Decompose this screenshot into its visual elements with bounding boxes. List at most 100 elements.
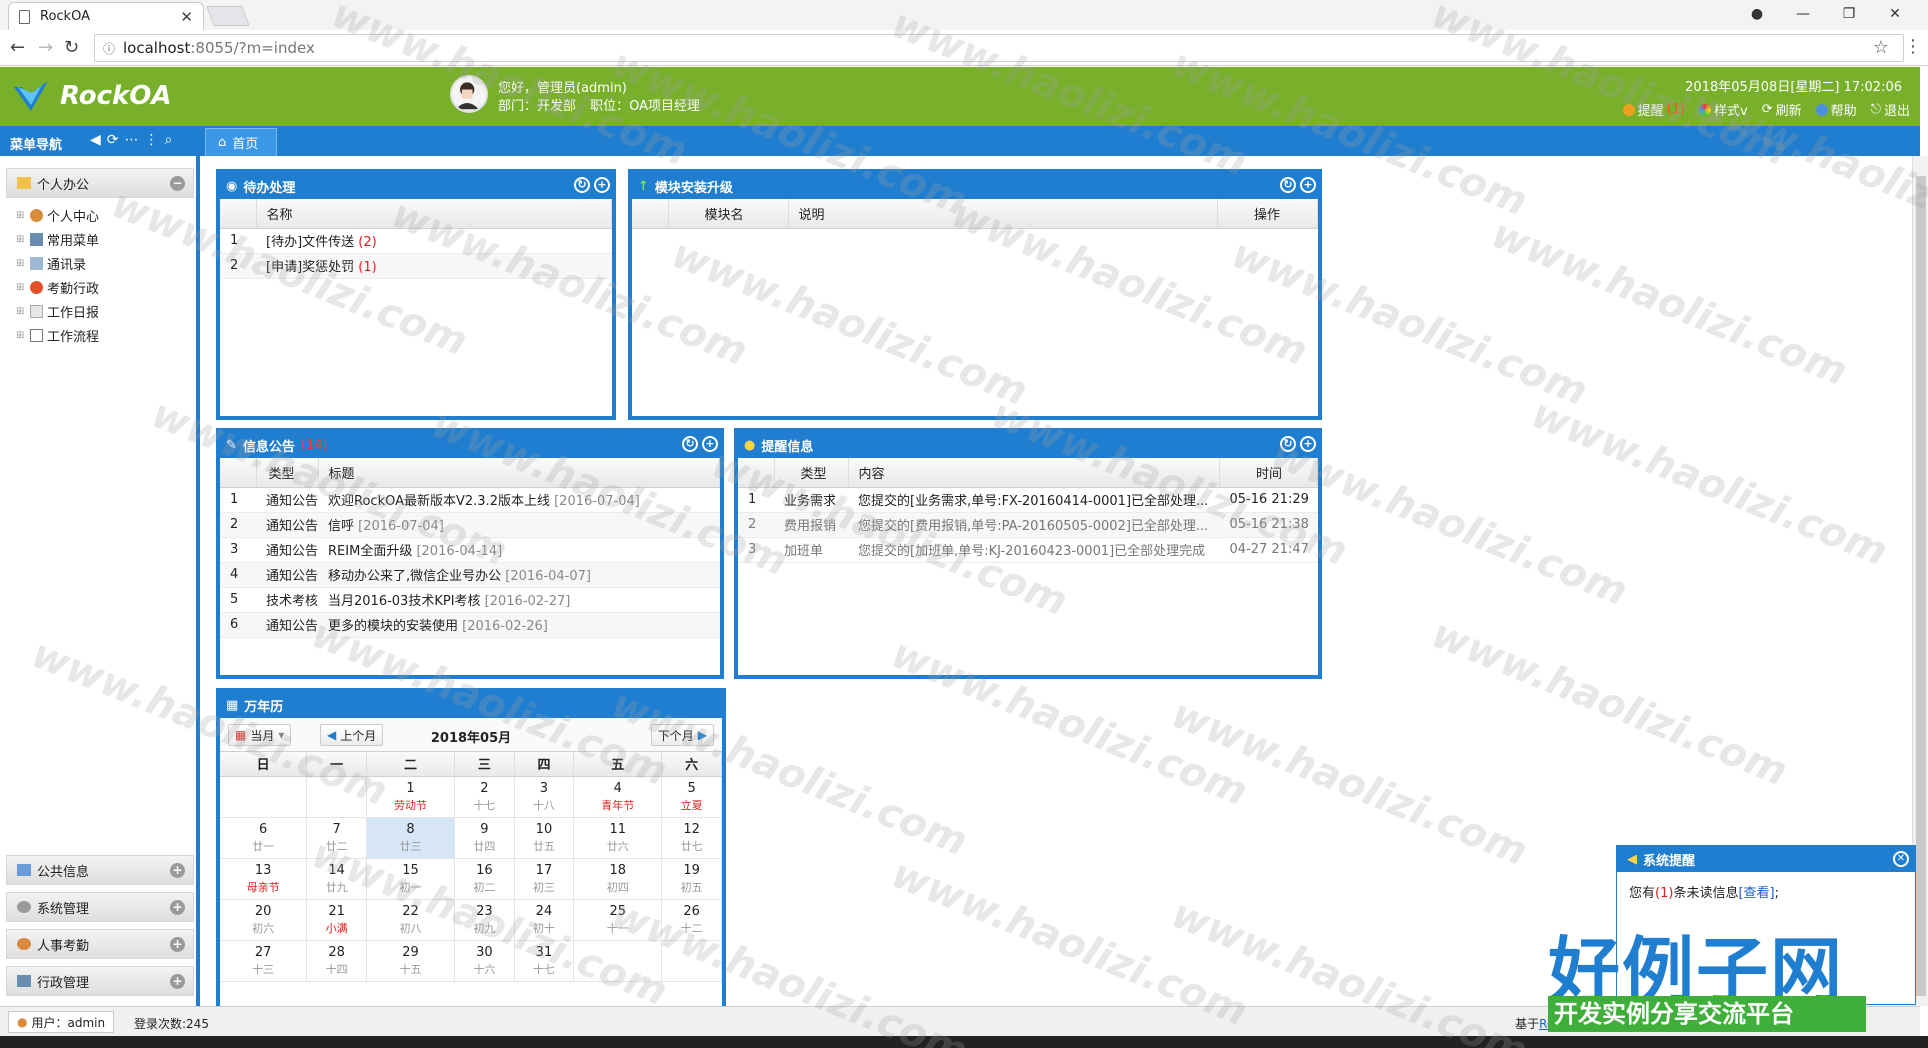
table-row[interactable]: 6 通知公告 更多的模块的安装使用 [2016-02-26] <box>220 612 720 638</box>
calendar-day[interactable]: 25 十一 <box>573 899 663 941</box>
url-field[interactable]: ⓘ localhost :8055/?m=index ☆ <box>94 34 1904 62</box>
calendar-day[interactable]: 22 初八 <box>366 899 456 941</box>
refresh-icon[interactable]: ↻ <box>682 436 698 452</box>
calendar-day[interactable]: 16 初二 <box>454 858 515 900</box>
refresh-icon[interactable]: ↻ <box>1280 436 1296 452</box>
calendar-day[interactable]: 30 十六 <box>454 940 515 982</box>
calendar-day[interactable]: 10 廿五 <box>514 817 575 859</box>
calendar-day[interactable]: 8 廿三 <box>366 817 456 859</box>
table-row[interactable]: 1 通知公告 欢迎RockOA最新版本V2.3.2版本上线 [2016-07-04] <box>220 487 720 513</box>
table-row[interactable]: 5 技术考核 当月2016-03技术KPI考核 [2016-02-27] <box>220 587 720 613</box>
refresh-menu-icon[interactable]: ⟳ <box>107 132 119 148</box>
more-icon[interactable]: + <box>594 177 610 193</box>
collapse-group-icon[interactable]: − <box>170 176 185 191</box>
sidebar-item-personal-center[interactable]: ⊞ 个人中心 <box>16 206 99 225</box>
browser-menu-icon[interactable]: ⋮ <box>1904 36 1922 57</box>
table-row[interactable]: 2 费用报销 您提交的[费用报销,单号:PA-20160505-0002]已全部处理… <box>738 512 1318 538</box>
reload-icon[interactable]: ↻ <box>64 37 79 58</box>
sidebar-group-public-info[interactable]: 公共信息 + <box>6 855 194 885</box>
more-icon[interactable]: + <box>1300 436 1316 452</box>
sidebar-item-common-menu[interactable]: ⊞ 常用菜单 <box>16 230 99 249</box>
sidebar-group-hr[interactable]: 人事考勤 + <box>6 929 194 959</box>
sidebar-group-admin[interactable]: 行政管理 + <box>6 966 194 996</box>
logout-button[interactable]: ⎋ 退出 <box>1871 100 1910 119</box>
calendar-day[interactable]: 4 青年节 <box>573 776 663 818</box>
tree-expander-icon[interactable]: ⊞ <box>16 330 26 341</box>
tree-expander-icon[interactable]: ⊞ <box>16 210 26 221</box>
close-window-button[interactable]: ✕ <box>1872 6 1918 22</box>
style-button[interactable]: 样式v <box>1699 100 1748 119</box>
table-row[interactable]: 2 通知公告 信呼 [2016-07-04] <box>220 512 720 538</box>
calendar-day[interactable]: 11 廿六 <box>573 817 663 859</box>
minimize-button[interactable]: — <box>1780 6 1826 22</box>
calendar-day[interactable]: 29 十五 <box>366 940 456 982</box>
tree-expander-icon[interactable]: ⊞ <box>16 282 26 293</box>
table-row[interactable]: 3 加班单 您提交的[加班单,单号:KJ-20160423-0001]已全部处理完成… <box>738 537 1318 563</box>
calendar-day[interactable]: 2 十七 <box>454 776 515 818</box>
calendar-day[interactable]: 20 初六 <box>220 899 308 941</box>
sidebar-group-personal[interactable]: 个人办公 − <box>6 168 194 198</box>
calendar-day[interactable]: 21 小满 <box>306 899 367 941</box>
next-month-button[interactable]: 下个月 ▶ <box>650 724 714 746</box>
calendar-day[interactable]: 26 十二 <box>661 899 722 941</box>
calendar-day[interactable]: 15 初一 <box>366 858 456 900</box>
view-link[interactable]: [查看] <box>1738 886 1774 901</box>
tree-expander-icon[interactable]: ⊞ <box>16 234 26 245</box>
scrollbar-thumb[interactable] <box>1916 176 1926 996</box>
table-row[interactable]: 2 [申请]奖惩处罚 (1) <box>220 253 612 279</box>
calendar-day[interactable]: 17 初三 <box>514 858 575 900</box>
browser-tab[interactable]: RockOA ✕ <box>8 2 204 30</box>
remind-button[interactable]: 提醒 (1) <box>1622 100 1685 119</box>
close-icon[interactable]: ✕ <box>1893 851 1909 867</box>
calendar-day[interactable]: 14 廿九 <box>306 858 367 900</box>
more-icon[interactable]: + <box>702 436 718 452</box>
sidebar-item-daily-report[interactable]: ⊞ 工作日报 <box>16 302 99 321</box>
info-icon[interactable]: ⓘ <box>103 40 115 57</box>
table-row[interactable]: 1 业务需求 您提交的[业务需求,单号:FX-20160414-0001]已全部处理… <box>738 487 1318 513</box>
expand-group-icon[interactable]: + <box>170 974 185 989</box>
calendar-day[interactable]: 1 劳动节 <box>366 776 456 818</box>
calendar-day[interactable]: 27 十三 <box>220 940 308 982</box>
table-row[interactable]: 1 [待办]文件传送 (2) <box>220 228 612 254</box>
calendar-day[interactable]: 24 初十 <box>514 899 575 941</box>
refresh-icon[interactable]: ↻ <box>574 177 590 193</box>
more-icon[interactable]: + <box>1300 177 1316 193</box>
calendar-day[interactable]: 6 廿一 <box>220 817 308 859</box>
collapse-icon[interactable]: ◀ <box>90 132 101 148</box>
refresh-button[interactable]: ⟳ 刷新 <box>1762 100 1802 119</box>
calendar-day[interactable]: 28 十四 <box>306 940 367 982</box>
tab-home[interactable]: ⌂ 首页 <box>205 128 277 156</box>
calendar-day[interactable]: 23 初九 <box>454 899 515 941</box>
rockoa-link[interactable]: RockOA <box>1539 1017 1585 1031</box>
calendar-day[interactable]: 9 廿四 <box>454 817 515 859</box>
tree-expander-icon[interactable]: ⊞ <box>16 306 26 317</box>
sidebar-item-contacts[interactable]: ⊞ 通讯录 <box>16 254 86 273</box>
calendar-day[interactable]: 18 初四 <box>573 858 663 900</box>
refresh-icon[interactable]: ↻ <box>1280 177 1296 193</box>
expand-group-icon[interactable]: + <box>170 937 185 952</box>
calendar-day[interactable]: 7 廿二 <box>306 817 367 859</box>
new-tab-button[interactable] <box>206 6 250 26</box>
sidebar-item-workflow[interactable]: ⊞ 工作流程 <box>16 326 99 345</box>
tree-expand-icon[interactable]: ⋯ <box>125 132 139 148</box>
back-icon[interactable]: ← <box>10 37 25 58</box>
calendar-day[interactable]: 5 立夏 <box>661 776 722 818</box>
forward-icon[interactable]: → <box>38 37 53 58</box>
current-user-badge[interactable]: ● 用户：admin <box>8 1011 115 1033</box>
search-icon[interactable]: ⌕ <box>165 132 173 148</box>
sidebar-item-attendance[interactable]: ⊞ 考勤行政 <box>16 278 99 297</box>
profile-icon[interactable]: ● <box>1734 6 1780 22</box>
calendar-day[interactable]: 13 母亲节 <box>220 858 308 900</box>
expand-group-icon[interactable]: + <box>170 863 185 878</box>
calendar-day[interactable]: 3 十八 <box>514 776 575 818</box>
tree-collapse-icon[interactable]: ⋮ <box>145 132 159 148</box>
expand-group-icon[interactable]: + <box>170 900 185 915</box>
table-row[interactable]: 4 通知公告 移动办公来了,微信企业号办公 [2016-04-07] <box>220 562 720 588</box>
help-button[interactable]: 帮助 <box>1815 100 1857 119</box>
table-row[interactable]: 3 通知公告 REIM全面升级 [2016-04-14] <box>220 537 720 563</box>
calendar-day[interactable]: 12 廿七 <box>661 817 722 859</box>
calendar-day[interactable]: 19 初五 <box>661 858 722 900</box>
avatar[interactable] <box>450 75 488 113</box>
restore-button[interactable]: ❐ <box>1826 6 1872 22</box>
close-tab-icon[interactable]: ✕ <box>180 8 193 26</box>
